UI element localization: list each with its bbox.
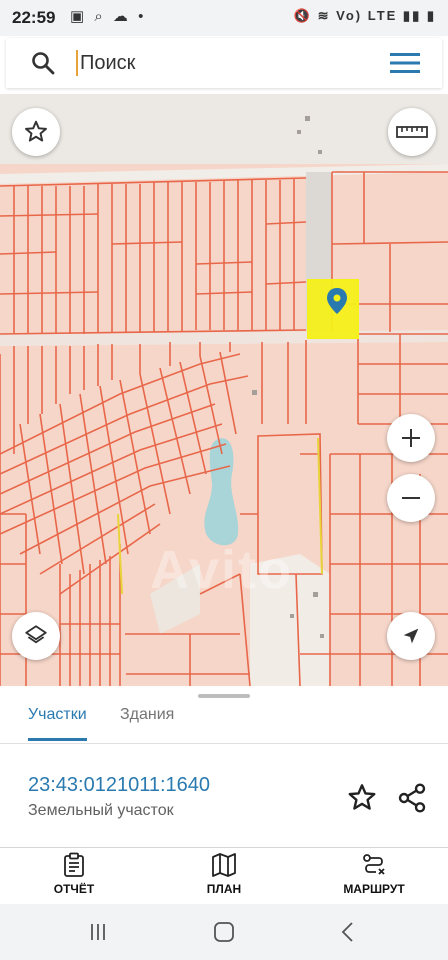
text-cursor (76, 50, 78, 76)
zoom-in-button[interactable] (387, 414, 435, 462)
notification-icons: ▣ ⌕ ☁ • (70, 8, 147, 25)
home-icon[interactable] (210, 920, 238, 944)
map-plan-icon (212, 853, 236, 877)
action-bar: ОТЧЁТ ПЛАН МАРШРУТ (0, 848, 448, 904)
zoom-out-button[interactable] (387, 474, 435, 522)
hamburger-menu-icon[interactable] (390, 52, 420, 74)
ruler-button[interactable] (388, 108, 436, 156)
cadastral-map[interactable]: Avito (0, 94, 448, 686)
plan-label: ПЛАН (206, 882, 242, 896)
tab-parcels[interactable]: Участки (28, 706, 87, 741)
navigation-arrow-icon (403, 628, 419, 644)
tab-buildings[interactable]: Здания (120, 706, 174, 738)
layers-button[interactable] (12, 612, 60, 660)
search-bar (6, 38, 442, 88)
status-bar: 22:59 ▣ ⌕ ☁ • 🔇 ≋ Vo) LTE ▮▮ ▮ (0, 0, 448, 36)
favorites-button[interactable] (12, 108, 60, 156)
search-input[interactable] (80, 46, 370, 80)
layers-icon (25, 625, 47, 644)
cadastral-number[interactable]: 23:43:0121011:1640 (28, 774, 210, 797)
route-icon (363, 854, 385, 875)
parcel-type: Земельный участок (28, 802, 174, 819)
report-button[interactable]: ОТЧЁТ (14, 852, 134, 896)
add-favorite-star-icon[interactable] (346, 782, 378, 814)
status-time: 22:59 (12, 8, 56, 27)
star-outline-icon (25, 120, 47, 142)
share-icon[interactable] (396, 782, 428, 814)
my-location-button[interactable] (387, 612, 435, 660)
drag-handle[interactable] (198, 694, 250, 698)
plus-icon (402, 429, 420, 447)
back-icon[interactable] (334, 920, 362, 944)
tab-bar: Участки Здания (0, 700, 448, 744)
plan-button[interactable]: ПЛАН (164, 852, 284, 896)
report-clipboard-icon (64, 852, 84, 877)
minus-icon (402, 497, 420, 499)
system-nav-bar (0, 904, 448, 960)
search-icon[interactable] (30, 50, 56, 76)
recent-apps-icon[interactable] (84, 920, 112, 944)
report-label: ОТЧЁТ (53, 882, 95, 896)
parcel-info-sheet: Участки Здания 23:43:0121011:1640 Земель… (0, 686, 448, 904)
avito-watermark: Avito (150, 540, 293, 600)
route-button[interactable]: МАРШРУТ (314, 852, 434, 896)
system-status-icons: 🔇 ≋ Vo) LTE ▮▮ ▮ (293, 8, 436, 23)
ruler-icon (396, 126, 428, 138)
route-label: МАРШРУТ (343, 882, 405, 896)
